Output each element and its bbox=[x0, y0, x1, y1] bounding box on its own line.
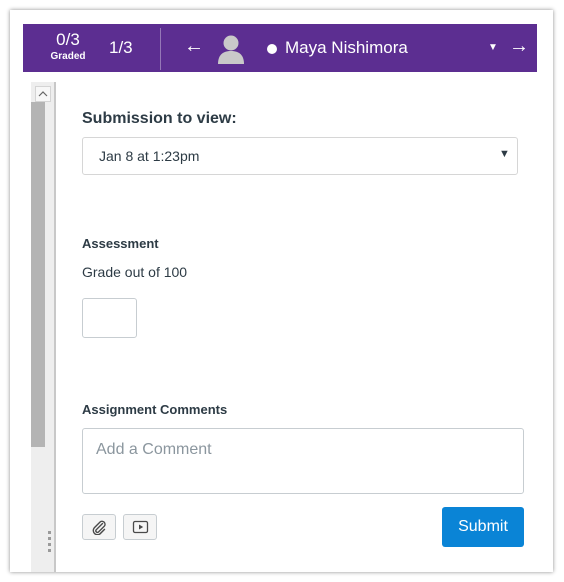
submission-select[interactable]: Jan 8 at 1:23pm ▼ bbox=[82, 137, 518, 175]
comments-title: Assignment Comments bbox=[82, 402, 228, 417]
resize-handle[interactable] bbox=[47, 528, 53, 562]
media-comment-button[interactable] bbox=[123, 514, 157, 540]
grade-label: Grade out of 100 bbox=[82, 264, 188, 280]
caret-down-icon: ▼ bbox=[499, 148, 510, 160]
scrollbar-thumb[interactable] bbox=[31, 102, 45, 447]
graded-count: 0/3 bbox=[56, 30, 80, 49]
avatar bbox=[217, 34, 245, 64]
grade-input[interactable] bbox=[82, 298, 137, 338]
submit-button[interactable]: Submit bbox=[442, 507, 524, 547]
submission-selected-value: Jan 8 at 1:23pm bbox=[99, 148, 200, 164]
student-status-dot bbox=[267, 44, 277, 54]
speedgrader-panel: 0/3 Graded 1/3 ← Maya Nishimora ▼ → Subm… bbox=[10, 10, 553, 572]
student-position: 1/3 bbox=[109, 38, 133, 57]
scroll-divider bbox=[54, 82, 56, 572]
header-divider bbox=[160, 28, 161, 70]
attach-file-button[interactable] bbox=[82, 514, 116, 540]
submission-title: Submission to view: bbox=[82, 110, 237, 127]
assessment-title: Assessment bbox=[82, 236, 159, 251]
media-icon bbox=[132, 520, 149, 534]
next-student-button[interactable]: → bbox=[509, 35, 529, 58]
comment-input[interactable] bbox=[82, 428, 524, 494]
graded-status: 0/3 Graded bbox=[37, 30, 99, 64]
chevron-up-icon bbox=[38, 91, 48, 97]
user-icon bbox=[218, 35, 244, 64]
student-dropdown-caret[interactable]: ▼ bbox=[488, 42, 498, 53]
previous-student-button[interactable]: ← bbox=[184, 35, 204, 58]
scrollbar[interactable] bbox=[31, 82, 55, 572]
grading-header: 0/3 Graded 1/3 ← Maya Nishimora ▼ → bbox=[23, 24, 537, 72]
paperclip-icon bbox=[92, 520, 106, 535]
student-name[interactable]: Maya Nishimora bbox=[285, 38, 408, 58]
graded-label: Graded bbox=[50, 51, 86, 62]
scroll-up-button[interactable] bbox=[35, 86, 51, 102]
